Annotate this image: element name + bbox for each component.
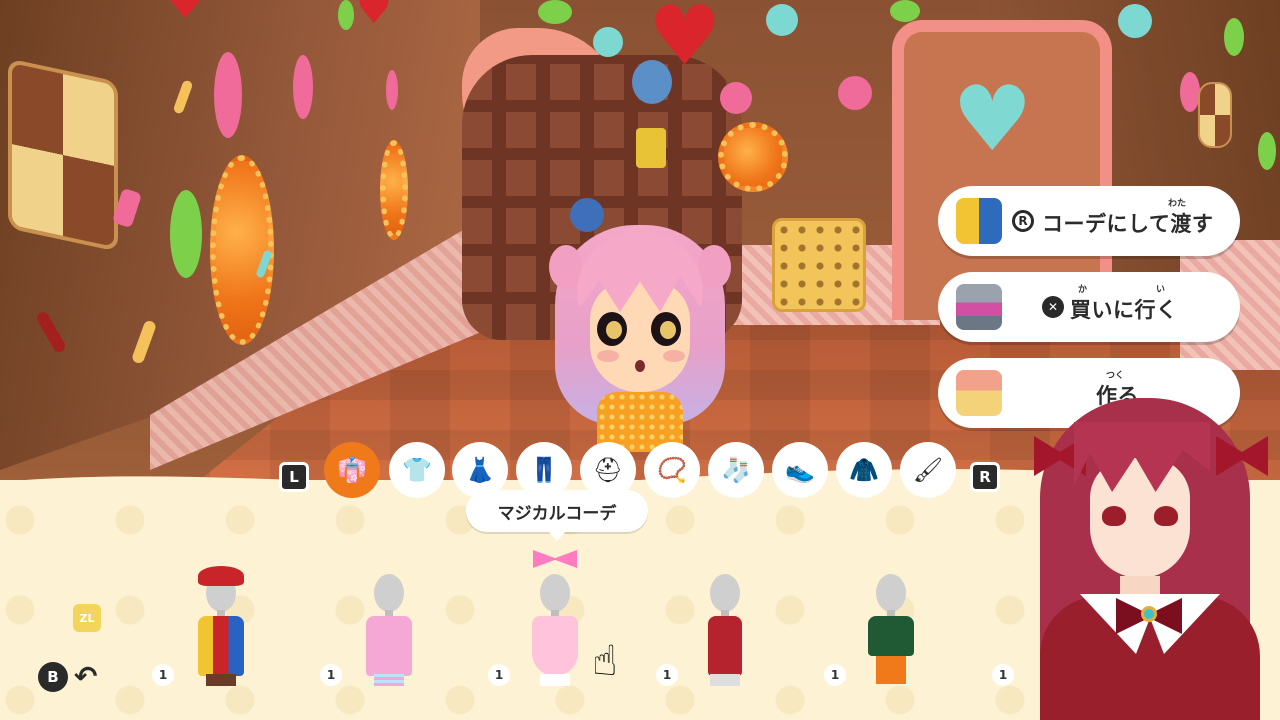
outfit-count-badge: 1	[152, 664, 174, 686]
checker-cookie-decoration	[8, 58, 118, 252]
candy-decoration	[890, 0, 920, 22]
outfit-item-patchwork[interactable]	[186, 560, 256, 690]
mannequin-head	[710, 574, 740, 612]
tab-customize[interactable]: 🖌	[900, 442, 956, 498]
zl-button-icon[interactable]: ZL	[73, 604, 101, 632]
avatar-blush	[663, 350, 685, 362]
coordinate-give-label: コーデにして渡す	[1042, 212, 1214, 236]
back-button[interactable]: B ↶	[38, 662, 97, 692]
mannequin-head	[540, 574, 570, 612]
candy-decoration	[214, 52, 242, 138]
door-heart-decoration: ♥	[952, 67, 1033, 172]
r-shoulder-button[interactable]: R	[970, 462, 1000, 492]
outfit-count-badge: 1	[320, 664, 342, 686]
candy-decoration	[1180, 72, 1200, 112]
player-avatar	[545, 210, 735, 455]
candy-decoration	[170, 190, 202, 278]
garment	[708, 616, 742, 676]
outfit-count-badge: 1	[656, 664, 678, 686]
outfit-item-green-jacket[interactable]	[856, 560, 926, 690]
hat-icon: ⛑	[592, 456, 624, 484]
outfit-count-badge: 1	[824, 664, 846, 686]
outfit-set-icon: 👘	[337, 456, 367, 484]
mannequin-legs	[206, 674, 236, 686]
workshop-thumbnail	[956, 370, 1002, 416]
shoe-icon: 👟	[785, 456, 815, 484]
mannequin-head	[876, 574, 906, 612]
streamer-eye	[1154, 506, 1178, 526]
outfit-item-red-dress[interactable]	[690, 560, 760, 690]
garment	[532, 616, 578, 676]
l-shoulder-button[interactable]: L	[279, 462, 309, 492]
outfit-item-pastel-sweater[interactable]	[354, 560, 424, 690]
avatar-mouth	[635, 360, 645, 372]
candy-decoration	[1118, 4, 1152, 38]
tab-tops[interactable]: 👕	[389, 442, 445, 498]
candy-decoration	[538, 0, 572, 24]
necklace-icon: 📿	[657, 456, 687, 484]
outfit-set-thumbnail	[956, 198, 1002, 244]
garment	[868, 616, 914, 656]
outfit-count-badge: 1	[488, 664, 510, 686]
pants-icon: 👖	[529, 456, 559, 484]
avatar-eye	[651, 312, 681, 346]
b-button-icon: B	[38, 662, 68, 692]
heart-cookie-decoration: ♥	[160, 0, 210, 28]
category-tooltip: マジカルコーデ	[466, 490, 648, 541]
candy-decoration	[293, 55, 313, 119]
tab-socks[interactable]: 🧦	[708, 442, 764, 498]
coat-icon: 🧥	[849, 456, 879, 484]
mannequin-legs	[540, 674, 570, 686]
candy-decoration	[593, 27, 623, 57]
r-stick-icon: R	[1012, 210, 1034, 232]
streamer-brooch	[1141, 606, 1157, 622]
paint-brush-icon: 🖌	[912, 456, 944, 484]
garment	[366, 616, 412, 676]
streamer-eye	[1102, 506, 1126, 526]
shop-thumbnail	[956, 284, 1002, 330]
tshirt-icon: 👕	[402, 456, 432, 484]
mannequin-legs	[710, 674, 740, 686]
tab-accessories[interactable]: 📿	[644, 442, 700, 498]
candy-decoration	[1224, 18, 1244, 56]
dress-icon: 👗	[465, 456, 495, 484]
go-buy-button[interactable]: か い ✕ 買いに行く	[938, 272, 1240, 342]
candy-decoration	[838, 76, 872, 110]
go-buy-label: 買いに行く	[1070, 298, 1178, 322]
pointer-hand-icon: ☝	[592, 636, 618, 685]
beret-hat	[198, 566, 244, 586]
candy-decoration	[338, 0, 354, 30]
heart-cookie-decoration: ♥	[356, 0, 392, 33]
outfit-item-magical[interactable]	[520, 550, 590, 690]
candy-decoration	[386, 70, 398, 110]
mannequin-legs	[374, 674, 404, 686]
avatar-eye	[597, 312, 627, 346]
sock-icon: 🧦	[721, 456, 751, 484]
checker-cookie-decoration	[1198, 82, 1232, 148]
streamer-avatar-overlay	[1020, 388, 1280, 720]
tab-outfit-set[interactable]: 👘	[324, 442, 380, 498]
avatar-blush	[597, 350, 619, 362]
back-arrow-icon: ↶	[74, 660, 98, 693]
tab-outerwear[interactable]: 🧥	[836, 442, 892, 498]
cracker-decoration	[772, 218, 866, 312]
orange-tart-decoration	[380, 140, 408, 240]
orange-tart-decoration	[718, 122, 788, 192]
coordinate-give-button[interactable]: わた R コーデにして渡す	[938, 186, 1240, 256]
garment	[198, 616, 244, 676]
mannequin-legs	[876, 656, 906, 684]
mannequin-head	[374, 574, 404, 612]
x-button-icon: ✕	[1042, 296, 1064, 318]
heart-cookie-decoration: ♥	[648, 0, 722, 84]
candy-decoration	[720, 82, 752, 114]
tab-shoes[interactable]: 👟	[772, 442, 828, 498]
cactus-pot	[636, 128, 666, 168]
outfit-count-badge: 1	[992, 664, 1014, 686]
candy-decoration	[766, 4, 798, 36]
candy-decoration	[1258, 132, 1276, 170]
